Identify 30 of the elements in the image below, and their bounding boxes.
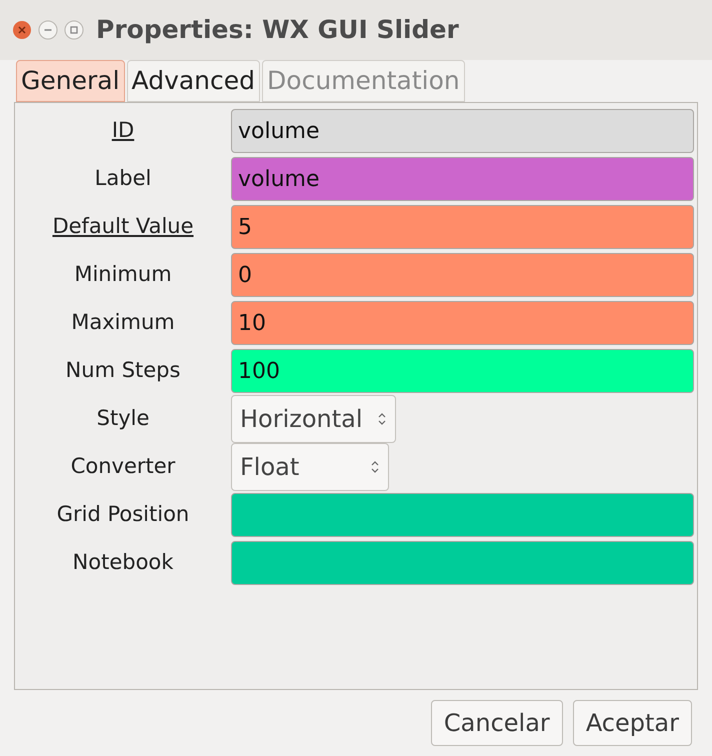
field-label: Label	[94, 165, 152, 192]
dialog-button[interactable]: Cancelar	[430, 700, 563, 746]
field-label: Maximum	[70, 309, 176, 336]
close-icon[interactable]	[12, 20, 32, 40]
input-field[interactable]	[231, 541, 694, 585]
spinner-arrows-icon	[370, 459, 380, 475]
field-label: Grid Position	[56, 501, 190, 528]
spinner-arrows-icon	[376, 411, 387, 427]
maximize-icon[interactable]	[64, 20, 84, 40]
input-field[interactable]: 0	[231, 253, 694, 297]
tab[interactable]: General	[16, 60, 125, 102]
field-label: Style	[96, 405, 150, 432]
field-label: Num Steps	[64, 357, 182, 384]
input-field[interactable]	[231, 493, 694, 537]
input-field[interactable]: 100	[231, 349, 694, 393]
dropdown[interactable]: Float	[231, 443, 389, 491]
field-label: Notebook	[72, 549, 174, 576]
input-field[interactable]: 10	[231, 301, 694, 345]
dialog-button[interactable]: Aceptar	[572, 700, 692, 746]
input-field[interactable]: volume	[231, 109, 694, 153]
dropdown[interactable]: Horizontal	[231, 395, 396, 443]
input-field[interactable]: 5	[231, 205, 694, 249]
tab[interactable]: Advanced	[126, 60, 260, 102]
field-label: Minimum	[73, 261, 173, 288]
minimize-icon[interactable]	[38, 20, 58, 40]
input-field[interactable]: volume	[231, 157, 694, 201]
window-title: Properties: WX GUI Slider	[96, 14, 459, 46]
field-label: Default Value	[51, 213, 195, 240]
field-label: ID	[110, 117, 136, 144]
field-label: Converter	[70, 453, 176, 480]
